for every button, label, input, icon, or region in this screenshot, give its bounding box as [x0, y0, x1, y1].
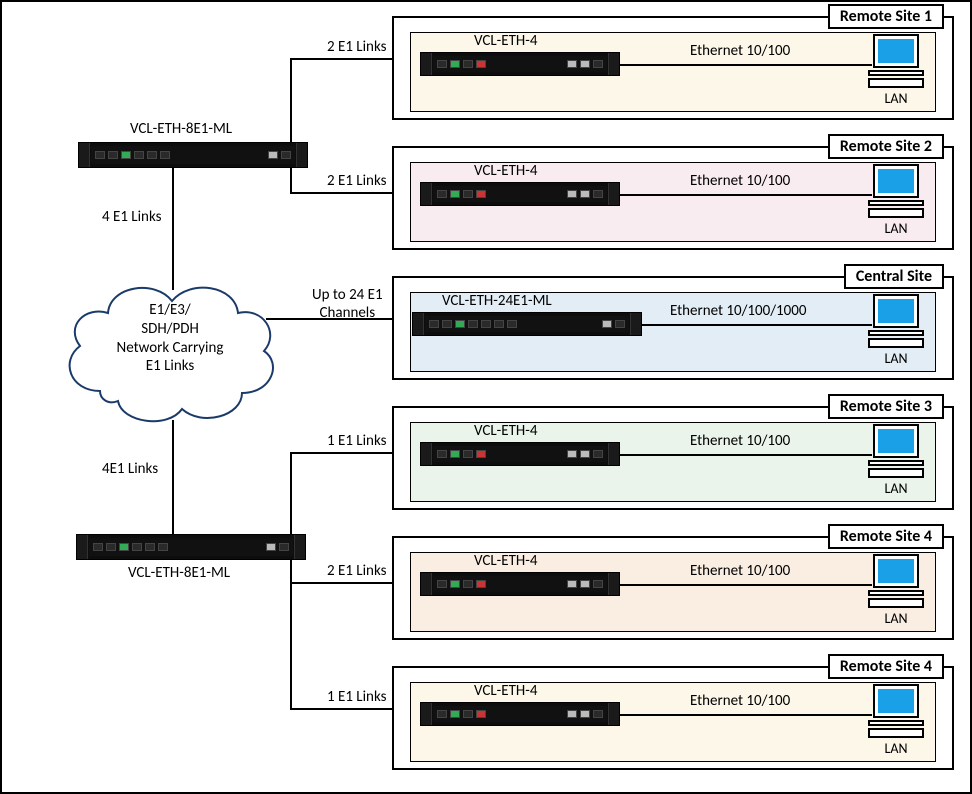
cloud-text: E1/E3/ SDH/PDH Network Carrying E1 Links [60, 301, 280, 376]
device-label-site4b: VCL-ETH-4 [474, 682, 537, 700]
link-label-site4a: 2 E1 Links [327, 562, 387, 580]
site-title-remote3: Remote Site 3 [828, 394, 944, 419]
link-label-central: Up to 24 E1 Channels [312, 286, 383, 322]
link-cloud-top [172, 168, 174, 290]
pc-central: LAN [864, 294, 928, 367]
site-title-remote4a: Remote Site 4 [828, 524, 944, 549]
cloud-line-1: E1/E3/ [149, 301, 190, 319]
eth-line-central [642, 324, 872, 326]
device-label-site1: VCL-ETH-4 [474, 32, 537, 50]
hub-bottom-device [76, 534, 306, 560]
device-site1 [420, 52, 620, 76]
conn-hub1-v2 [290, 168, 292, 194]
hub-top-device [78, 142, 308, 168]
pc-site2: LAN [864, 164, 928, 237]
eth-label-site3: Ethernet 10/100 [690, 432, 790, 450]
conn-site4a-h [290, 582, 402, 584]
diagram-canvas: E1/E3/ SDH/PDH Network Carrying E1 Links… [2, 2, 970, 792]
link-label-site4b: 1 E1 Links [327, 688, 387, 706]
hub-bottom-label: VCL-ETH-8E1-ML [128, 564, 230, 582]
conn-site2-h [290, 192, 402, 194]
device-label-site2: VCL-ETH-4 [474, 162, 537, 180]
device-site4a [420, 572, 620, 596]
eth-label-central: Ethernet 10/100/1000 [670, 302, 806, 320]
device-site2 [420, 182, 620, 206]
lan-label-site4b: LAN [864, 740, 928, 757]
link-label-site1: 2 E1 Links [327, 38, 387, 56]
cloud-line-4: E1 Links [146, 357, 195, 375]
device-label-site3: VCL-ETH-4 [474, 422, 537, 440]
site-title-remote4b: Remote Site 4 [828, 654, 944, 679]
conn-site3-h [290, 452, 402, 454]
link-cloud-bottom [172, 420, 174, 534]
link-cloud-top-label: 4 E1 Links [102, 208, 162, 226]
lan-label-central: LAN [864, 350, 928, 367]
site-title-remote1: Remote Site 1 [828, 4, 944, 29]
cloud-line-2: SDH/PDH [141, 320, 199, 338]
conn-hub2-v-mid [290, 560, 292, 584]
pc-site3: LAN [864, 424, 928, 497]
site-title-central: Central Site [844, 264, 944, 289]
link-cloud-bottom-label: 4E1 Links [102, 460, 158, 478]
lan-label-site3: LAN [864, 480, 928, 497]
diagram-stage: E1/E3/ SDH/PDH Network Carrying E1 Links… [0, 0, 972, 794]
conn-site4b-h [290, 708, 402, 710]
pc-site1: LAN [864, 34, 928, 107]
link-label-site2: 2 E1 Links [327, 172, 387, 190]
lan-label-site2: LAN [864, 220, 928, 237]
link-label-site3: 1 E1 Links [327, 432, 387, 450]
conn-site1-h [290, 58, 402, 60]
eth-line-site2 [620, 194, 872, 196]
eth-line-site4b [620, 714, 872, 716]
pc-site4b: LAN [864, 684, 928, 757]
eth-line-site1 [620, 64, 872, 66]
site-title-remote2: Remote Site 2 [828, 134, 944, 159]
device-central [412, 312, 642, 336]
lan-label-site1: LAN [864, 90, 928, 107]
eth-label-site4b: Ethernet 10/100 [690, 692, 790, 710]
device-label-site4a: VCL-ETH-4 [474, 552, 537, 570]
device-label-central: VCL-ETH-24E1-ML [442, 292, 552, 310]
network-cloud: E1/E3/ SDH/PDH Network Carrying E1 Links [60, 271, 280, 435]
eth-label-site1: Ethernet 10/100 [690, 42, 790, 60]
hub-top-label: VCL-ETH-8E1-ML [130, 120, 232, 138]
cloud-line-3: Network Carrying [117, 339, 224, 357]
conn-hub2-v-down [290, 584, 292, 710]
conn-hub2-v-up [290, 452, 292, 535]
pc-site4a: LAN [864, 554, 928, 627]
eth-label-site4a: Ethernet 10/100 [690, 562, 790, 580]
device-site3 [420, 442, 620, 466]
conn-hub1-v [290, 58, 292, 143]
eth-label-site2: Ethernet 10/100 [690, 172, 790, 190]
lan-label-site4a: LAN [864, 610, 928, 627]
device-site4b [420, 702, 620, 726]
eth-line-site3 [620, 454, 872, 456]
eth-line-site4a [620, 584, 872, 586]
